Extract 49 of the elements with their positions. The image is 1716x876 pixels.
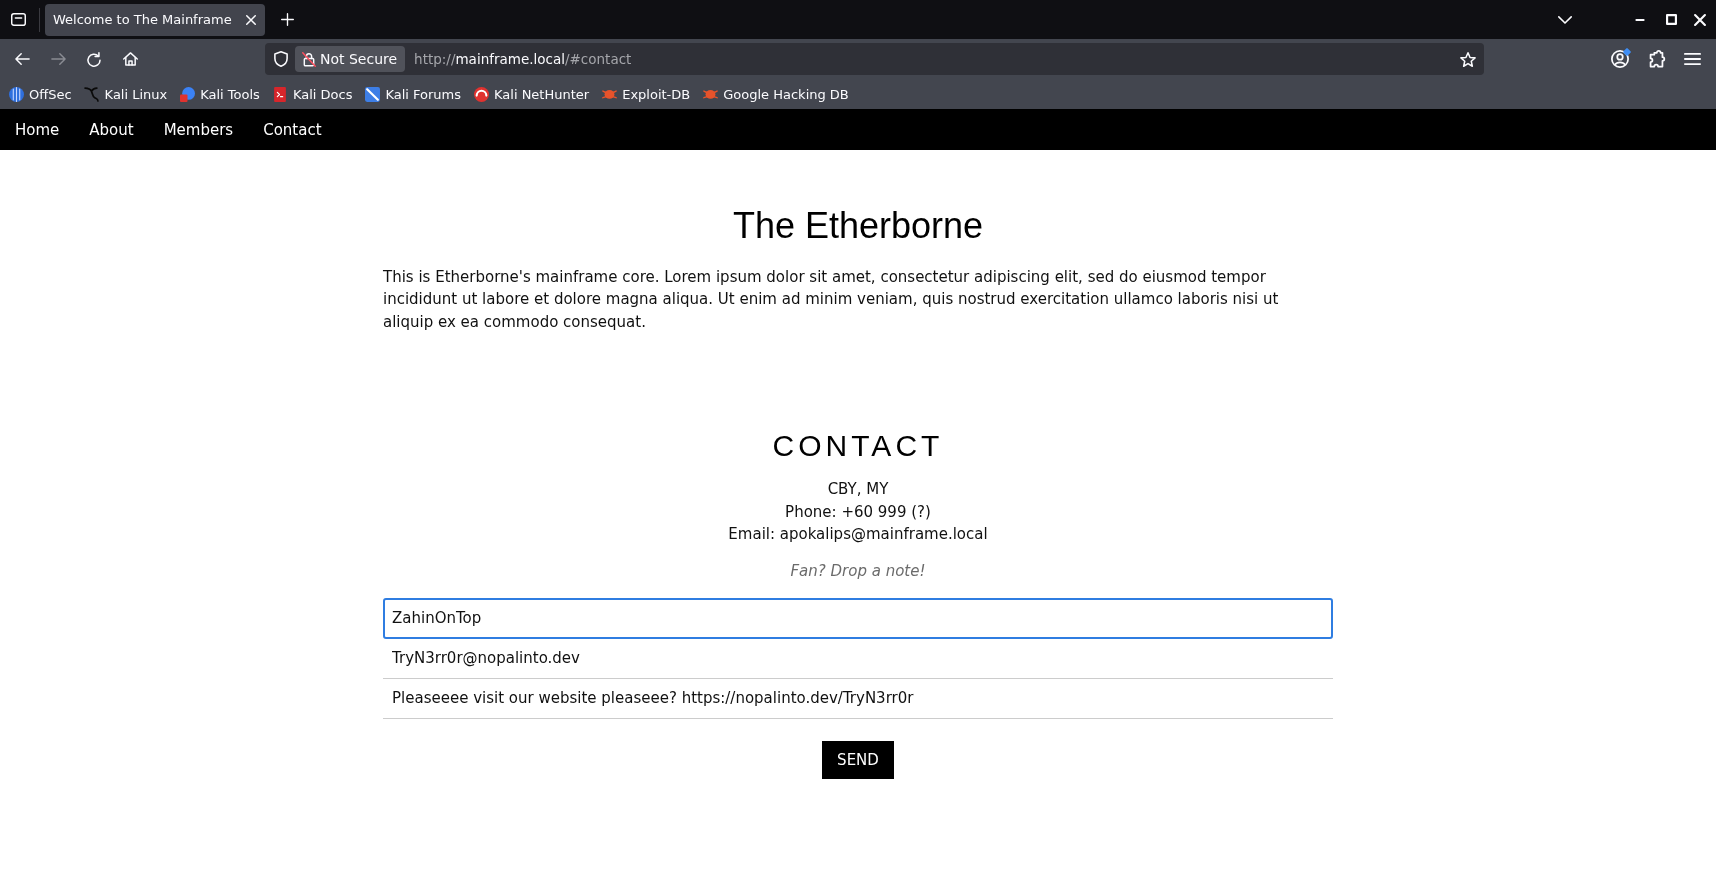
bookmark-item[interactable]: Kali Docs [268,82,356,106]
page-title: The Etherborne [731,204,985,247]
star-icon[interactable] [1460,51,1476,67]
browser-tab[interactable]: Welcome to The Mainframe [45,3,265,36]
forward-arrow-icon [50,53,66,65]
nav-link[interactable]: Contact [248,120,337,139]
contact-line: Email: apokalips@mainframe.local [728,524,988,546]
bug-icon [702,89,718,99]
note-prompt: Fan? Drop a note! [790,561,926,583]
maximize-icon [1665,14,1677,25]
nav-link[interactable]: Members [148,120,249,139]
nav-link[interactable]: About [74,120,149,139]
menu-icon [1683,53,1701,65]
contact-line: Phone: +60 999 (?) [785,501,931,523]
bookmark-item[interactable]: Kali Linux [80,82,171,106]
contact-heading: CONTACT [772,428,944,465]
bookmark-item[interactable]: Exploit-DB [598,82,694,106]
nav-link[interactable]: Home [0,120,75,139]
chevron-down-icon [1558,15,1572,24]
input-field[interactable]: ZahinOnTop [383,597,1333,639]
bookmark-item[interactable]: OffSec [5,82,75,106]
bug-icon [601,89,617,99]
minimize-icon [1635,18,1645,21]
plus-icon [280,13,294,26]
url-text[interactable]: http://mainframe.local/#contact [414,51,632,67]
home-icon [122,52,138,66]
close-icon[interactable] [246,14,256,25]
bookmark-item[interactable]: Kali Forums [361,82,465,106]
shield-icon [274,51,288,67]
terminal-icon [273,86,286,102]
slash-tile-icon [364,86,380,102]
bookmark-item[interactable]: Google Hacking DB [699,82,852,106]
bookmark-item[interactable]: Kali Tools [176,82,263,106]
account-icon [1611,50,1629,68]
reload-icon [87,51,101,67]
squiggle-icon [84,86,100,102]
intro-paragraph: This is Etherborne's mainframe core. Lorem ipsum dolor sit amet, consectetur adipiscing elit, sed do eiusmod tempor incididunt ut labore et dolore magna aliqua. Ut enim ad minim veniam, quis nostrud exercitation ullamco laboris nisi ut aliquip ex ea commodo consequat. [383,267,1280,333]
arc-circle-icon [473,86,489,102]
contact-line: CBY, MY [827,479,889,501]
security-badge[interactable]: Not Secure [295,46,406,72]
send-button[interactable]: SEND [822,740,894,779]
close-icon [1694,13,1706,26]
striped-circle-icon [8,86,24,102]
box-icon [10,13,26,26]
address-bar[interactable]: Not Secure http://mainframe.local/#contact [265,43,1484,75]
puzzle-icon [1648,50,1664,68]
bookmark-item[interactable]: Kali NetHunter [470,82,593,106]
crossed-lock-icon [302,51,316,67]
back-arrow-icon [14,53,30,65]
